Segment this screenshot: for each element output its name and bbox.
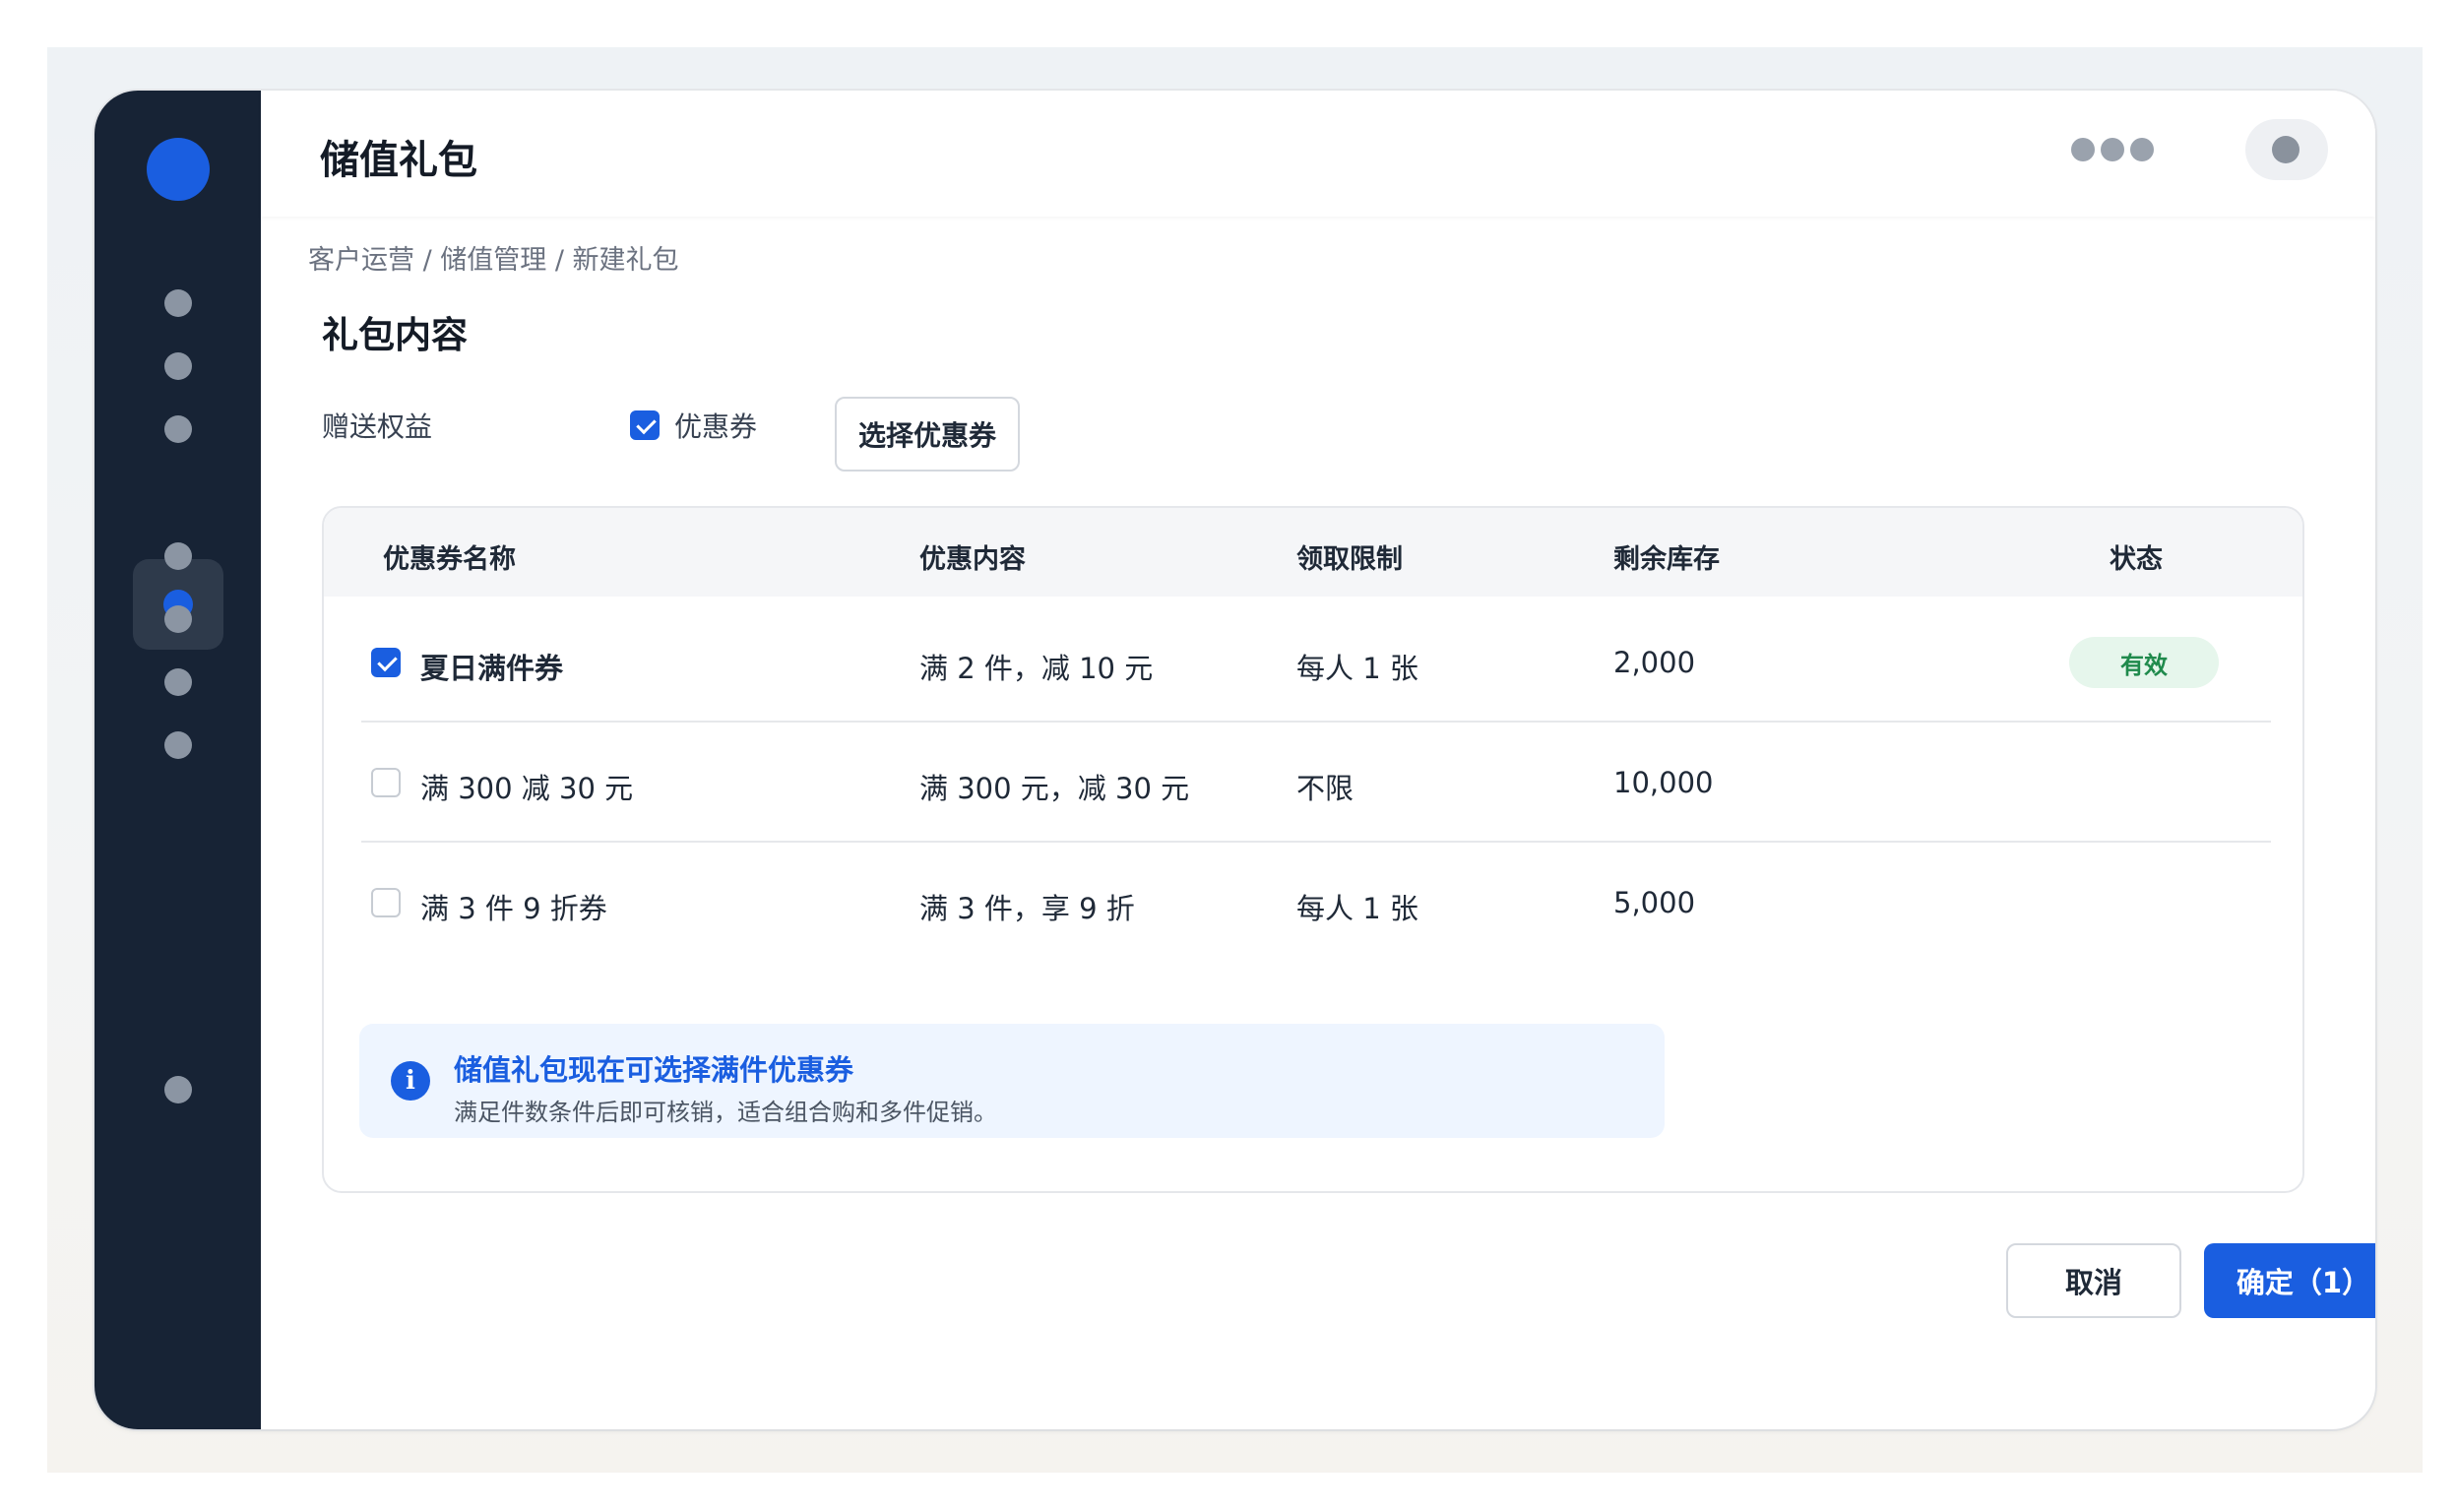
- row-checkbox[interactable]: [371, 648, 401, 677]
- sidebar-item-8[interactable]: [164, 731, 192, 759]
- breadcrumb: 客户运营 / 储值管理 / 新建礼包: [308, 245, 679, 276]
- more-dot-icon[interactable]: [2130, 138, 2154, 161]
- sidebar-item-6[interactable]: [164, 605, 192, 633]
- info-icon: i: [391, 1061, 430, 1101]
- coupon-table-panel: 优惠券名称 优惠内容 领取限制 剩余库存 状态 夏日满件券 满 2 件，减 10…: [322, 506, 2304, 1193]
- coupon-type-checkbox[interactable]: [630, 410, 660, 440]
- coupon-stock: 5,000: [1613, 886, 1696, 919]
- select-coupon-button[interactable]: 选择优惠券: [835, 397, 1020, 472]
- app-window: 储值礼包 客户运营 / 储值管理 / 新建礼包 礼包内容 赠送权益 优惠券 选择…: [94, 91, 2375, 1429]
- row-checkbox[interactable]: [371, 768, 401, 797]
- cancel-button[interactable]: 取消: [2006, 1243, 2181, 1318]
- row-checkbox[interactable]: [371, 888, 401, 917]
- more-dot-icon[interactable]: [2101, 138, 2124, 161]
- gift-benefit-label: 赠送权益: [322, 410, 433, 443]
- section-title: 礼包内容: [322, 314, 468, 356]
- sidebar-item-3[interactable]: [164, 415, 192, 443]
- table-header: 优惠券名称 优惠内容 领取限制 剩余库存 状态: [324, 508, 2302, 597]
- page-title: 储值礼包: [320, 138, 477, 183]
- sidebar-item-1[interactable]: [164, 289, 192, 317]
- coupon-stock: 2,000: [1613, 646, 1696, 679]
- column-header: 领取限制: [1296, 544, 1403, 575]
- more-dot-icon[interactable]: [2071, 138, 2095, 161]
- notice-title: 储值礼包现在可选择满件优惠券: [454, 1053, 854, 1087]
- sidebar-item-7[interactable]: [164, 668, 192, 696]
- coupon-limit: 每人 1 张: [1296, 652, 1418, 685]
- user-toggle[interactable]: [2245, 119, 2328, 180]
- sidebar-item-2[interactable]: [164, 352, 192, 380]
- column-header: 剩余库存: [1613, 544, 1720, 575]
- sidebar-item-active[interactable]: [133, 559, 223, 650]
- main-content: 储值礼包 客户运营 / 储值管理 / 新建礼包 礼包内容 赠送权益 优惠券 选择…: [261, 91, 2375, 1429]
- column-header: 状态: [2110, 544, 2163, 575]
- sidebar-item-5[interactable]: [164, 542, 192, 570]
- sidebar: [94, 91, 261, 1429]
- table-row[interactable]: 满 300 减 30 元 满 300 元，减 30 元 不限 10,000: [361, 723, 2271, 843]
- status-badge: 有效: [2069, 637, 2219, 688]
- coupon-content: 满 300 元，减 30 元: [919, 772, 1190, 805]
- notice-description: 满足件数条件后即可核销，适合组合购和多件促销。: [454, 1099, 997, 1126]
- column-header: 优惠内容: [919, 544, 1026, 575]
- confirm-button[interactable]: 确定（1）: [2204, 1243, 2375, 1318]
- coupon-name: 满 3 件 9 折券: [420, 892, 607, 925]
- coupon-name: 满 300 减 30 元: [420, 772, 634, 805]
- coupon-name: 夏日满件券: [420, 652, 564, 685]
- app-logo-icon[interactable]: [147, 138, 210, 201]
- column-header: 优惠券名称: [383, 544, 516, 575]
- avatar: [2272, 136, 2300, 163]
- sidebar-item-settings[interactable]: [164, 1076, 192, 1103]
- coupon-limit: 不限: [1296, 772, 1354, 805]
- coupon-limit: 每人 1 张: [1296, 892, 1418, 925]
- coupon-type-label[interactable]: 优惠券: [674, 406, 757, 445]
- coupon-content: 满 2 件，减 10 元: [919, 652, 1154, 685]
- table-row[interactable]: 夏日满件券 满 2 件，减 10 元 每人 1 张 2,000 有效: [361, 602, 2271, 723]
- table-row[interactable]: 满 3 件 9 折券 满 3 件，享 9 折 每人 1 张 5,000: [361, 843, 2271, 963]
- coupon-stock: 10,000: [1613, 766, 1714, 799]
- header: 储值礼包: [261, 91, 2375, 217]
- info-notice: i 储值礼包现在可选择满件优惠券 满足件数条件后即可核销，适合组合购和多件促销。: [359, 1024, 1665, 1138]
- coupon-content: 满 3 件，享 9 折: [919, 892, 1135, 925]
